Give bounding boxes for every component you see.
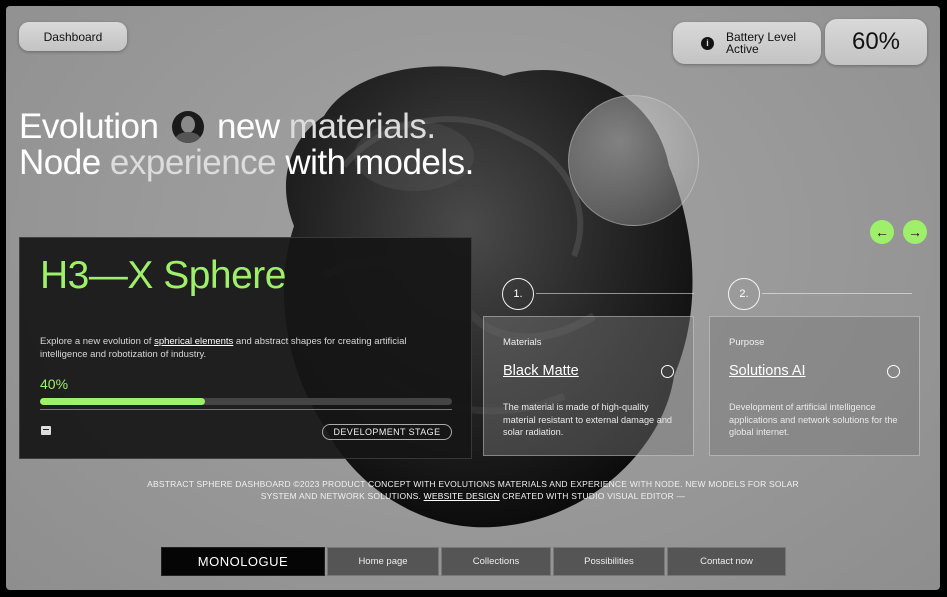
nav-possibilities[interactable]: Possibilities: [553, 547, 665, 576]
divider: [40, 409, 452, 410]
arrow-left-icon[interactable]: ←: [870, 220, 894, 244]
radio-button[interactable]: [887, 365, 900, 378]
hero-word: with models.: [285, 143, 474, 182]
hero-word: materials.: [288, 107, 436, 146]
nav-home[interactable]: Home page: [327, 547, 439, 576]
feature-kicker: Purpose: [729, 337, 765, 348]
step-number: 2.: [728, 278, 760, 310]
product-title: H3—X Sphere: [40, 254, 286, 297]
feature-body: Development of artificial intelligence a…: [729, 402, 898, 437]
brand-logo-button[interactable]: MONOLOGUE: [161, 547, 325, 576]
dashboard-button[interactable]: Dashboard: [19, 22, 127, 51]
step-line: [536, 293, 694, 294]
radio-button[interactable]: [661, 365, 674, 378]
arrow-right-icon[interactable]: →: [903, 220, 927, 244]
hero-word: Evolution: [19, 107, 159, 146]
product-description: Explore a new evolution of spherical ele…: [40, 335, 440, 361]
glass-sphere: [568, 95, 699, 226]
battery-status: i Battery Level Active: [673, 22, 821, 64]
feature-card-materials: Materials Black Matte The material is ma…: [483, 316, 694, 456]
dashboard-frame: Dashboard i Battery Level Active 60% Evo…: [6, 6, 940, 590]
progress-bar: [40, 398, 452, 405]
feature-title-link[interactable]: Solutions AI: [729, 363, 806, 379]
battery-value: 60%: [825, 19, 927, 65]
feature-kicker: Materials: [503, 337, 542, 348]
step-number: 1.: [502, 278, 534, 310]
step-line: [762, 293, 912, 294]
footer-line: CREATED WITH STUDIO VISUAL EDITOR —: [499, 491, 686, 501]
feature-body: The material is made of high-quality mat…: [503, 402, 673, 437]
footer-line: SYSTEM AND NETWORK SOLUTIONS.: [260, 491, 424, 501]
product-card: H3—X Sphere Explore a new evolution of s…: [19, 237, 472, 459]
footer-line: ABSTRACT SPHERE DASHBOARD ©2023 PRODUCT …: [147, 479, 799, 489]
progress-fill: [40, 398, 205, 405]
feature-title-link[interactable]: Black Matte: [503, 363, 579, 379]
chat-icon[interactable]: [41, 426, 51, 435]
hero-word: experience: [109, 143, 277, 182]
nav-collections[interactable]: Collections: [441, 547, 551, 576]
hero-word: new: [216, 107, 280, 146]
spherical-elements-link[interactable]: spherical elements: [154, 336, 233, 347]
hero-word: Node: [19, 143, 101, 182]
footer-text: ABSTRACT SPHERE DASHBOARD ©2023 PRODUCT …: [146, 478, 800, 502]
hero-headline: Evolution new materials. Node experience…: [19, 109, 474, 181]
battery-status-label: Battery Level Active: [726, 31, 796, 55]
nav-contact[interactable]: Contact now: [667, 547, 786, 576]
website-design-link[interactable]: WEBSITE DESIGN: [424, 491, 500, 501]
info-icon: i: [701, 36, 714, 50]
progress-label: 40%: [40, 376, 69, 392]
feature-card-purpose: Purpose Solutions AI Development of arti…: [709, 316, 920, 456]
battery-label-line2: Active: [726, 42, 759, 56]
desc-text: Explore a new evolution of: [40, 336, 155, 347]
development-stage-badge[interactable]: DEVELOPMENT STAGE: [322, 424, 452, 440]
avatar: [171, 111, 204, 143]
